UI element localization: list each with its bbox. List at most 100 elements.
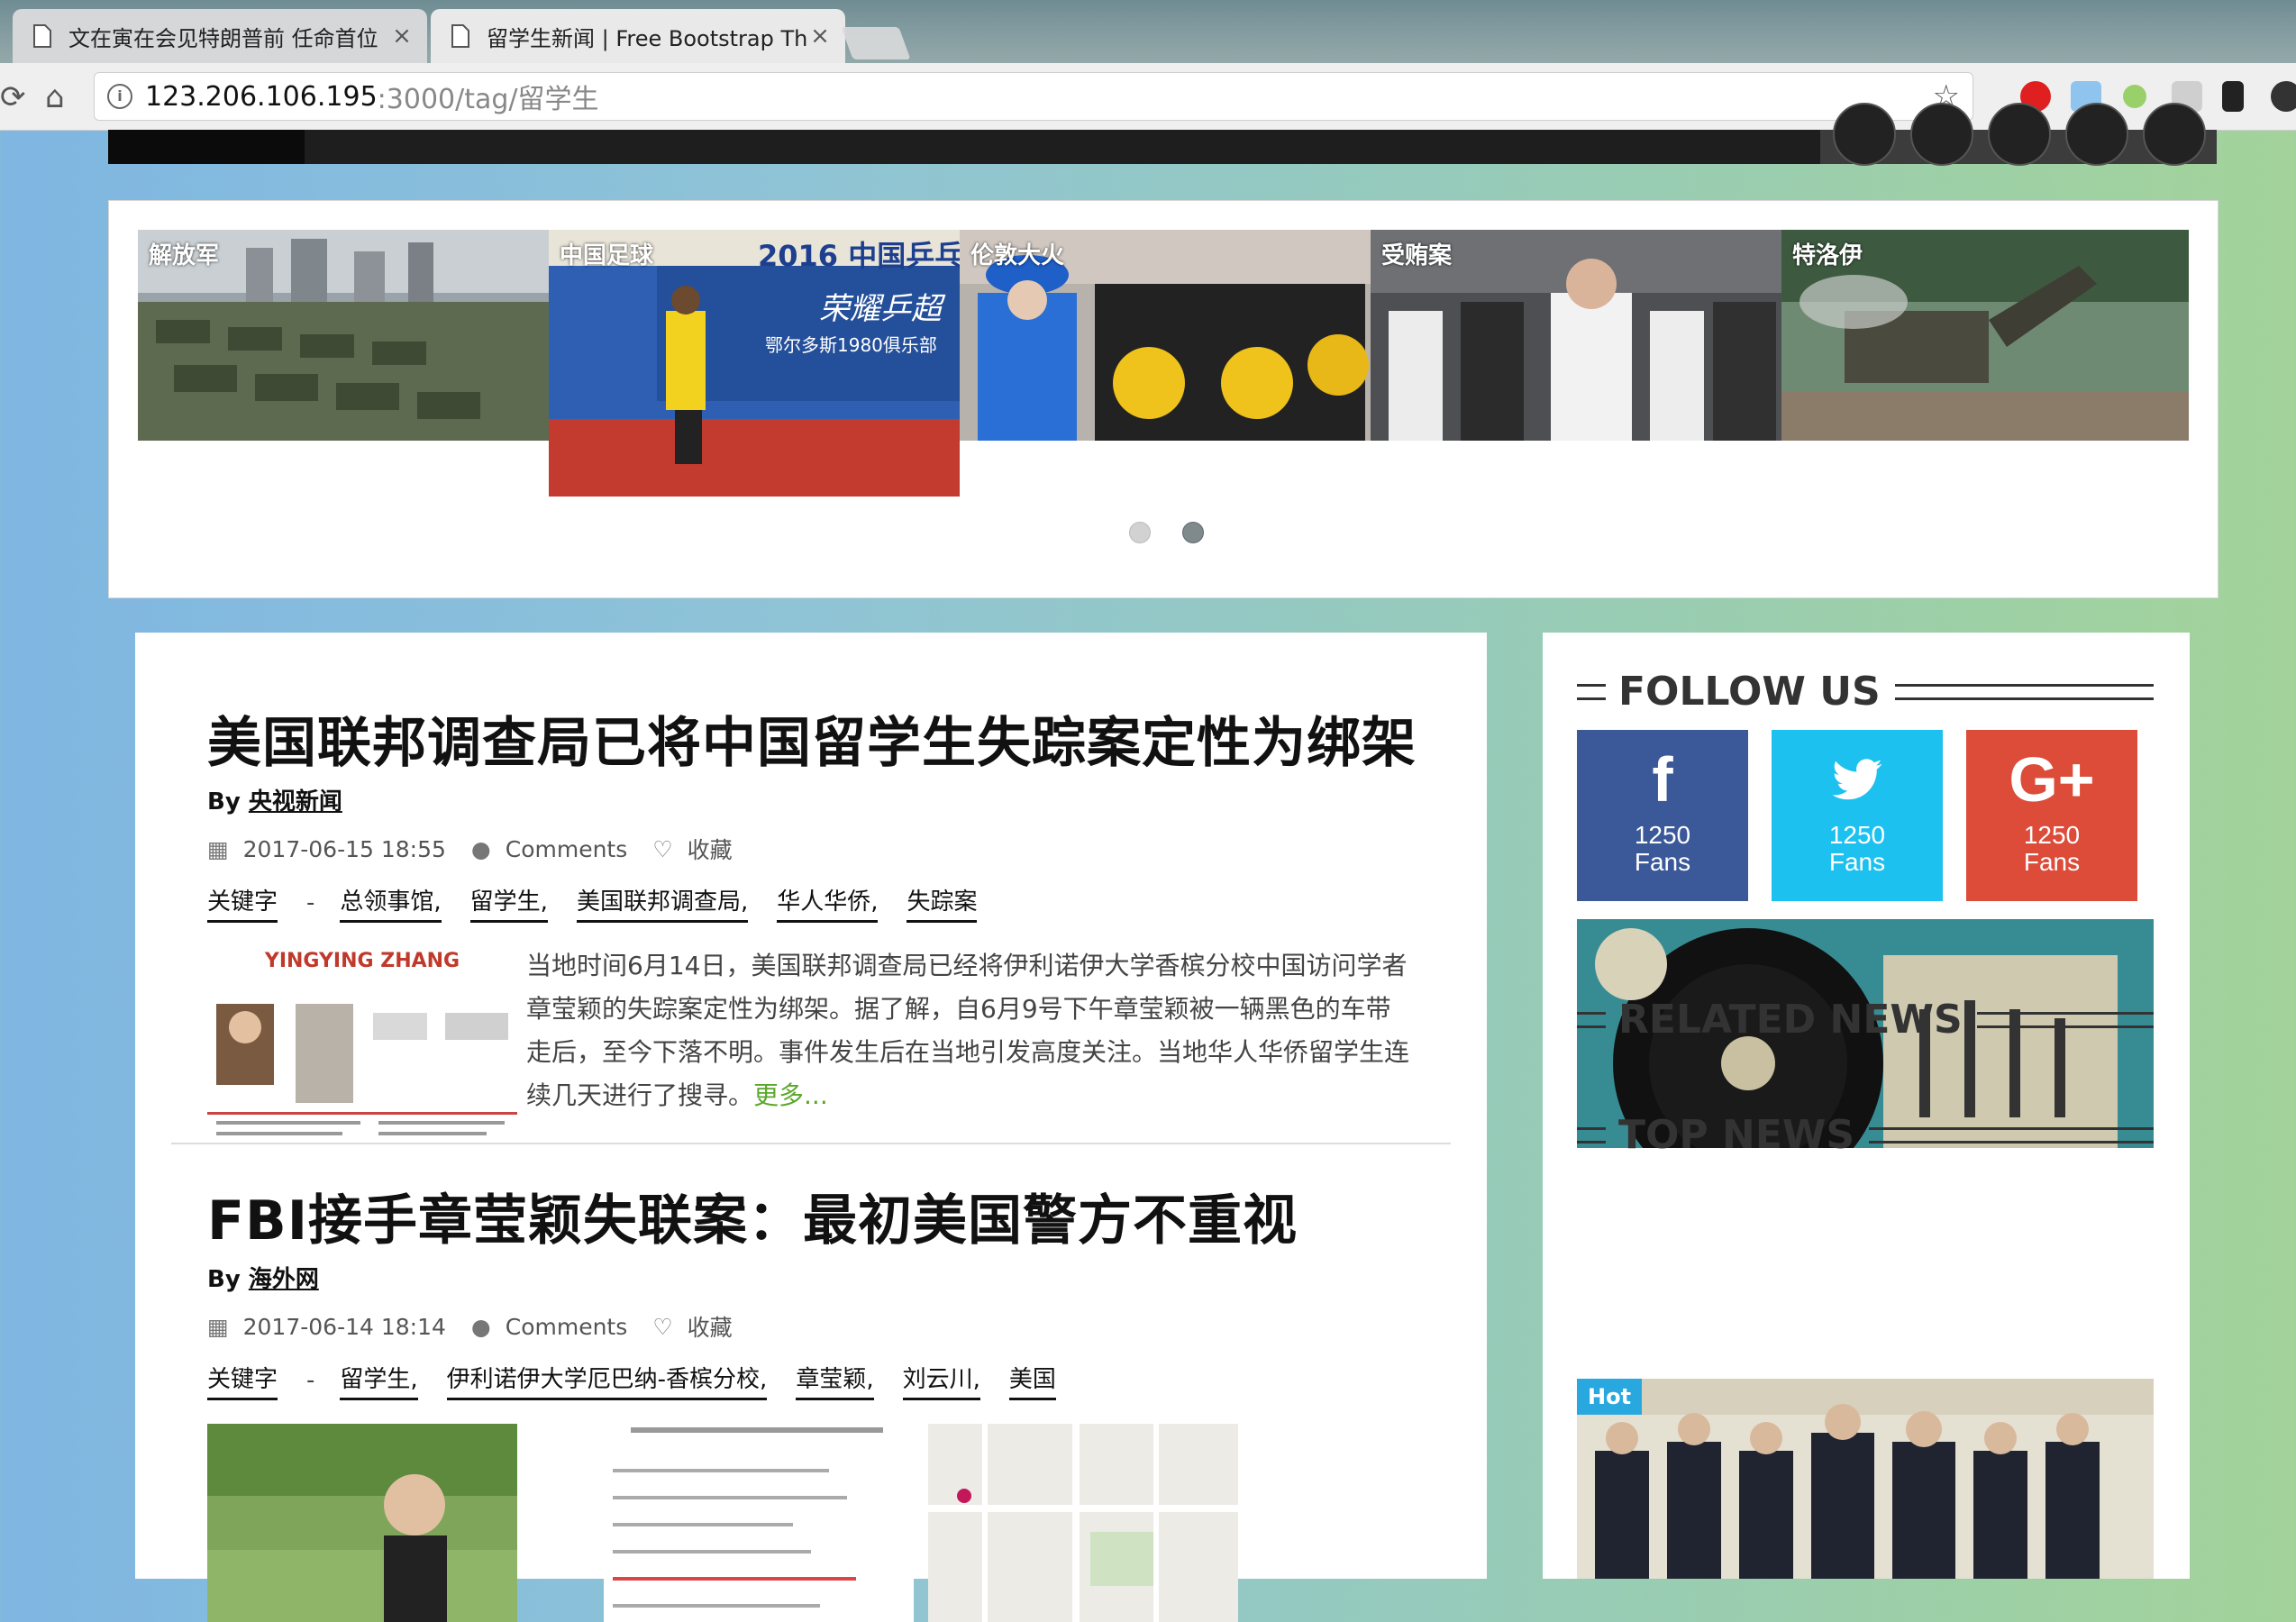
article-photo-map[interactable]	[928, 1424, 1238, 1622]
slider-dot-2[interactable]	[1182, 522, 1205, 543]
tag-link[interactable]: 总领事馆,	[340, 883, 442, 923]
article-title[interactable]: 美国联邦调查局已将中国留学生失踪案定性为绑架	[207, 699, 1417, 778]
slide-3[interactable]: 伦敦大火	[960, 230, 1371, 441]
calendar-icon: ▦	[207, 1313, 229, 1340]
top-news-title: TOP NEWS	[1618, 1112, 1855, 1158]
slide-1[interactable]: 解放军	[138, 230, 549, 441]
browser-tabstrip: 文在寅在会见特朗普前 任命首位 × 留学生新闻 | Free Bootstrap…	[0, 0, 2296, 63]
tags-separator: -	[306, 889, 315, 916]
tag-link[interactable]: 留学生,	[340, 1361, 418, 1400]
tag-link[interactable]: 美国	[1008, 1361, 1056, 1400]
extension-phone-icon[interactable]	[2222, 81, 2244, 112]
article-photo-timeline[interactable]	[604, 1424, 914, 1622]
slider-dot-1[interactable]	[1129, 522, 1151, 543]
reload-icon[interactable]: ⟳	[0, 79, 26, 115]
heart-icon[interactable]: ♡	[652, 836, 672, 862]
article-date: 2017-06-14 18:14	[242, 1313, 446, 1340]
browser-tab-1[interactable]: 文在寅在会见特朗普前 任命首位 ×	[13, 9, 427, 63]
comments-link[interactable]: Comments	[506, 836, 628, 862]
excerpt-text: 当地时间6月14日，美国联邦调查局已经将伊利诺伊大学香槟分校中国访问学者章莹颖的…	[526, 951, 1410, 1110]
featured-slider: 解放军 中国足球 2016 中国乒乓 荣耀乒超 鄂尔多斯1980俱乐部 伦敦大火…	[108, 200, 2219, 598]
address-bar[interactable]: i 123.206.106.195 :3000/tag/留学生 ☆	[94, 72, 1973, 121]
tag-link[interactable]: 美国联邦调查局,	[576, 883, 749, 923]
tag-link[interactable]: 华人华侨,	[777, 883, 879, 923]
slide-label: 特洛伊	[1792, 242, 1863, 269]
url-host: 123.206.106.195	[145, 80, 378, 113]
fan-label: Fans	[1634, 848, 1691, 876]
author-link[interactable]: 海外网	[249, 1266, 319, 1293]
article-item: 美国联邦调查局已将中国留学生失踪案定性为绑架 By 央视新闻 ▦ 2017-06…	[207, 699, 1417, 1164]
page-icon	[32, 24, 52, 48]
header-social-icon[interactable]	[1910, 103, 1973, 166]
close-icon[interactable]: ×	[807, 23, 833, 50]
article-divider	[171, 1143, 1451, 1144]
article-title[interactable]: FBI接手章莹颖失联案：最初美国警方不重视	[207, 1177, 1298, 1255]
slide-banner-text: 2016 中国乒乓	[758, 239, 960, 273]
tag-link[interactable]: 失踪案	[907, 883, 978, 923]
article-byline: By 央视新闻	[207, 783, 1417, 816]
tag-link[interactable]: 留学生,	[469, 883, 548, 923]
slide-label: 伦敦大火	[970, 242, 1065, 269]
tags-separator: -	[306, 1367, 315, 1394]
browser-tab-2[interactable]: 留学生新闻 | Free Bootstrap Th ×	[431, 9, 845, 63]
fan-label: Fans	[1828, 848, 1886, 876]
header-social-icon[interactable]	[2143, 103, 2206, 166]
favorite-link[interactable]: 收藏	[688, 833, 733, 865]
header-social-icon[interactable]	[2065, 103, 2128, 166]
slide-label: 受贿案	[1381, 242, 1453, 269]
thumb-caption: YINGYING ZHANG	[264, 950, 460, 972]
extension-dot-icon[interactable]	[2123, 85, 2146, 108]
twitter-fans-button[interactable]: 1250 Fans	[1772, 730, 1943, 901]
article-date: 2017-06-15 18:55	[242, 835, 446, 862]
tag-link[interactable]: 刘云川,	[902, 1361, 980, 1400]
fan-count: 1250	[1634, 821, 1691, 849]
slide-label: 中国足球	[560, 242, 654, 269]
follow-us-title: FOLLOW US	[1618, 669, 1881, 715]
follow-us-heading: FOLLOW US	[1577, 669, 2154, 715]
calendar-icon: ▦	[207, 835, 229, 862]
related-news-title: RELATED NEWS	[1618, 997, 1963, 1043]
url-path: :3000/tag/留学生	[377, 84, 599, 115]
twitter-icon	[1772, 748, 1943, 822]
slide-label: 解放军	[149, 242, 220, 269]
extension-chrome-icon[interactable]	[2271, 81, 2296, 112]
tab-title: 文在寅在会见特朗普前 任命首位	[68, 25, 378, 51]
header-social-icon[interactable]	[1988, 103, 2051, 166]
article-item: FBI接手章莹颖失联案：最初美国警方不重视 By 海外网 ▦ 2017-06-1…	[207, 1177, 1298, 1622]
new-tab-button[interactable]	[841, 27, 911, 59]
slide-2[interactable]: 中国足球 2016 中国乒乓 荣耀乒超 鄂尔多斯1980俱乐部	[549, 230, 960, 497]
top-news-image[interactable]: Hot	[1577, 1379, 2154, 1579]
article-thumbnail[interactable]: YINGYING ZHANG	[207, 946, 517, 1164]
site-logo[interactable]	[108, 130, 305, 164]
slide-banner-club: 鄂尔多斯1980俱乐部	[765, 334, 937, 356]
fan-label: Fans	[2023, 848, 2081, 876]
related-news-heading: RELATED NEWS	[1577, 997, 2154, 1043]
slide-5[interactable]: 特洛伊	[1781, 230, 2189, 441]
googleplus-fans-button[interactable]: G+ 1250 Fans	[1966, 730, 2137, 901]
home-icon[interactable]: ⌂	[45, 79, 65, 115]
tags-label: 关键字	[207, 883, 278, 923]
slide-4[interactable]: 受贿案	[1371, 230, 1781, 441]
fan-count: 1250	[1828, 821, 1886, 849]
comments-link[interactable]: Comments	[506, 1314, 628, 1340]
favorite-link[interactable]: 收藏	[688, 1310, 733, 1343]
tag-link[interactable]: 章莹颖,	[796, 1361, 874, 1400]
comment-icon: ●	[470, 835, 491, 862]
header-social-icon[interactable]	[1833, 103, 1896, 166]
tag-link[interactable]: 伊利诺伊大学厄巴纳-香槟分校,	[446, 1361, 768, 1400]
article-byline: By 海外网	[207, 1261, 1298, 1294]
info-icon[interactable]: i	[107, 84, 132, 109]
article-photo-person[interactable]	[207, 1424, 517, 1622]
author-link[interactable]: 央视新闻	[249, 788, 342, 816]
read-more-link[interactable]: 更多...	[753, 1080, 828, 1110]
comment-icon: ●	[470, 1313, 491, 1340]
site-topbar	[108, 103, 2217, 166]
header-social-strip	[1820, 103, 2217, 166]
article-meta: ▦ 2017-06-14 18:14 ● Comments ♡ 收藏	[207, 1310, 1298, 1343]
close-icon[interactable]: ×	[389, 23, 415, 50]
article-excerpt: 当地时间6月14日，美国联邦调查局已经将伊利诺伊大学香槟分校中国访问学者章莹颖的…	[526, 944, 1409, 1164]
heart-icon[interactable]: ♡	[652, 1314, 672, 1340]
facebook-fans-button[interactable]: f 1250 Fans	[1577, 730, 1748, 901]
sidebar: FOLLOW US f 1250 Fans 1250 Fans G+ 1250 …	[1543, 633, 2190, 1579]
tab-title: 留学生新闻 | Free Bootstrap Th	[487, 25, 807, 51]
